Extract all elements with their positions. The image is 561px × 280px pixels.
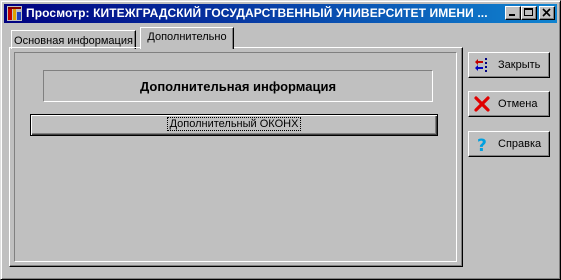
tab-panel: Дополнительная информация Дополнительный… bbox=[9, 47, 463, 267]
section-title: Дополнительная информация bbox=[43, 70, 433, 102]
cancel-button[interactable]: Отмена bbox=[468, 91, 550, 117]
help-button-label: Справка bbox=[498, 138, 542, 150]
maximize-button[interactable] bbox=[521, 6, 537, 20]
close-window-button[interactable] bbox=[539, 6, 555, 20]
close-arrows-icon bbox=[474, 57, 490, 73]
close-button-label: Закрыть bbox=[498, 59, 541, 71]
cancel-button-label: Отмена bbox=[498, 98, 538, 110]
minimize-icon bbox=[509, 14, 515, 16]
maximize-icon bbox=[524, 8, 533, 16]
tab-label: Дополнительно bbox=[147, 31, 227, 43]
minimize-button[interactable] bbox=[505, 6, 521, 20]
panel-inner-frame: Дополнительная информация Дополнительный… bbox=[14, 52, 457, 262]
svg-text:?: ? bbox=[477, 136, 487, 152]
okonh-button-label: Дополнительный ОКОНХ bbox=[166, 117, 302, 131]
red-x-icon bbox=[474, 96, 490, 112]
app-icon bbox=[7, 6, 22, 21]
window-title: Просмотр: КИТЕЖГРАДСКИЙ ГОСУДАРСТВЕННЫЙ … bbox=[26, 6, 488, 20]
tab-label: Основная информация bbox=[14, 35, 133, 47]
question-mark-icon: ? bbox=[474, 136, 490, 156]
additional-okonh-button[interactable]: Дополнительный ОКОНХ bbox=[30, 114, 438, 136]
title-bar[interactable]: Просмотр: КИТЕЖГРАДСКИЙ ГОСУДАРСТВЕННЫЙ … bbox=[4, 4, 557, 23]
help-button[interactable]: ? Справка bbox=[468, 131, 550, 157]
close-button[interactable]: Закрыть bbox=[468, 52, 550, 78]
view-window: Просмотр: КИТЕЖГРАДСКИЙ ГОСУДАРСТВЕННЫЙ … bbox=[0, 0, 561, 280]
close-icon bbox=[542, 8, 551, 17]
tab-additional[interactable]: Дополнительно bbox=[140, 27, 234, 49]
